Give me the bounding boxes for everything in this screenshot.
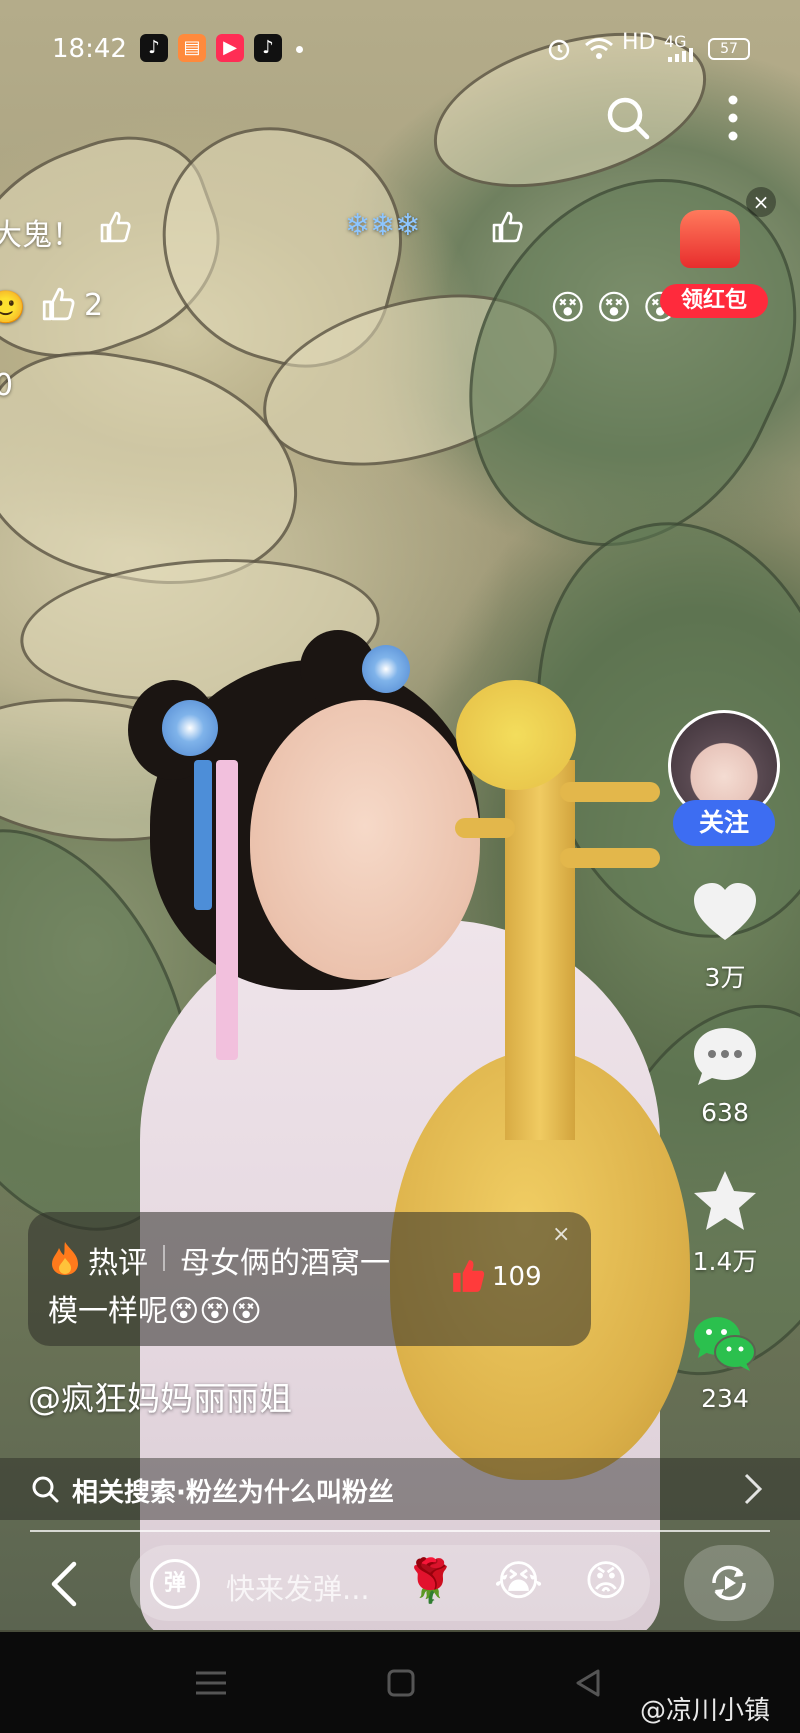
search-icon <box>32 1476 59 1503</box>
comment-icon[interactable] <box>690 1024 760 1088</box>
danmaku-comment: 0 <box>0 368 14 403</box>
close-icon[interactable]: × <box>552 1222 570 1247</box>
author-name[interactable]: @疯狂妈妈丽丽姐 <box>28 1372 292 1420</box>
status-bar: 18:42 ♪ ▤ ▶ ♪ HD 4G 57 <box>0 0 800 100</box>
back-arrow-icon[interactable] <box>46 1560 84 1608</box>
search-icon[interactable] <box>604 94 652 142</box>
danmaku-input-placeholder[interactable]: 快来发弹... <box>226 1566 370 1608</box>
tiktok-lite-icon: ♪ <box>254 34 282 62</box>
red-packet-button[interactable]: 领红包 <box>660 284 768 318</box>
back-icon[interactable] <box>574 1668 602 1698</box>
thumbs-up-icon[interactable] <box>490 210 524 244</box>
watermark: @凉川小镇 <box>640 1696 771 1726</box>
tiktok-icon: ♪ <box>140 34 168 62</box>
follow-button[interactable]: 关注 <box>673 800 775 846</box>
fire-icon <box>52 1242 78 1275</box>
network-type: HD <box>622 30 656 55</box>
danmaku-emoji: 🙂 <box>0 288 26 326</box>
signal-icon <box>668 48 693 62</box>
emoji-reaction: 😵 <box>550 288 586 328</box>
separator <box>163 1245 165 1271</box>
related-search-text[interactable]: 相关搜索·粉丝为什么叫粉丝 <box>72 1472 394 1509</box>
danmaku-like-count: 2 <box>84 288 104 323</box>
thumbs-up-icon[interactable] <box>450 1258 486 1294</box>
danmaku-toggle[interactable]: 弹 <box>150 1559 200 1609</box>
danmaku-comment: 大鬼！ <box>0 218 82 253</box>
like-count: 3万 <box>704 963 746 992</box>
menu-icon[interactable] <box>194 1670 228 1696</box>
crying-emoji-button[interactable]: 😭 <box>494 1556 543 1605</box>
hot-comment-title: 热评 <box>88 1246 148 1281</box>
hot-comment-text: 母女俩的酒窝一 <box>180 1246 390 1281</box>
reader-app-icon: ▤ <box>178 34 206 62</box>
thumbs-up-icon[interactable] <box>98 210 132 244</box>
hot-comment-text: 模一样呢😵😵😵 <box>48 1294 262 1329</box>
rose-emoji-button[interactable]: 🌹 <box>404 1556 456 1606</box>
emoji-reaction-row: 😵 😵 😵 <box>550 288 678 328</box>
danmaku-comment: ❄❄❄ <box>345 208 421 243</box>
video-app-icon: ▶ <box>216 34 244 62</box>
more-notifications-icon <box>296 46 303 53</box>
danmaku-input[interactable] <box>130 1545 650 1621</box>
thumbs-up-icon[interactable] <box>40 286 76 322</box>
red-packet-gift-icon[interactable] <box>680 210 740 268</box>
heart-icon[interactable] <box>690 880 760 944</box>
hot-comment-like-count: 109 <box>492 1262 542 1292</box>
emoji-reaction: 😵 <box>596 288 632 328</box>
wifi-icon <box>585 38 613 59</box>
battery-indicator: 57 <box>708 38 750 60</box>
replay-icon[interactable] <box>706 1560 752 1606</box>
chevron-right-icon[interactable] <box>738 1472 768 1506</box>
angry-emoji-button[interactable]: 😡 <box>584 1556 628 1605</box>
comment-count: 638 <box>701 1098 749 1127</box>
close-icon[interactable]: × <box>746 187 776 217</box>
share-count: 234 <box>701 1384 749 1413</box>
more-options-icon[interactable] <box>718 92 748 144</box>
wechat-share-icon[interactable] <box>690 1312 760 1376</box>
status-time: 18:42 <box>52 34 127 64</box>
home-icon[interactable] <box>386 1668 416 1698</box>
alarm-icon <box>548 39 570 61</box>
star-icon[interactable] <box>690 1168 760 1232</box>
favorite-count: 1.4万 <box>692 1247 758 1276</box>
